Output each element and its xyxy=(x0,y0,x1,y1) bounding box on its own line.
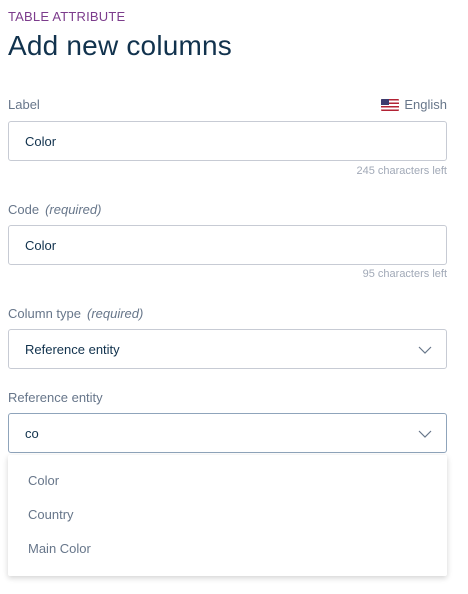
dropdown-option[interactable]: Country xyxy=(8,497,447,531)
locale-switcher[interactable]: English xyxy=(381,97,447,112)
code-char-count: 95 characters left xyxy=(362,268,447,280)
reference-entity-field-label: Reference entity xyxy=(8,390,103,405)
label-input-value: Color xyxy=(25,133,57,149)
chevron-down-icon xyxy=(418,343,432,357)
dropdown-option[interactable]: Color xyxy=(8,463,447,497)
column-type-select[interactable]: Reference entity xyxy=(8,329,447,369)
locale-label: English xyxy=(404,97,447,112)
section-eyebrow: TABLE ATTRIBUTE xyxy=(8,9,126,24)
column-type-label-text: Column type xyxy=(8,306,81,321)
us-flag-icon xyxy=(381,98,400,111)
reference-entity-search-input[interactable]: co xyxy=(8,413,447,453)
column-type-required-marker: (required) xyxy=(86,306,144,321)
reference-entity-label-text: Reference entity xyxy=(8,390,103,405)
dropdown-option-label: Main Color xyxy=(28,540,91,556)
page-title: Add new columns xyxy=(8,30,233,61)
code-required-marker: (required) xyxy=(45,202,102,217)
reference-entity-dropdown: Color Country Main Color xyxy=(8,455,447,576)
label-input[interactable]: Color xyxy=(8,121,447,161)
dropdown-option-label: Color xyxy=(28,472,60,488)
label-field-label: Label xyxy=(8,97,40,112)
label-field-label-text: Label xyxy=(8,97,40,112)
label-char-count: 245 characters left xyxy=(356,165,448,177)
code-input[interactable]: Color xyxy=(8,225,447,265)
dropdown-option[interactable]: Main Color xyxy=(8,531,447,565)
chevron-down-icon[interactable] xyxy=(418,427,432,441)
reference-entity-search-value: co xyxy=(25,425,39,441)
code-field-label-text: Code xyxy=(8,202,40,217)
column-type-field-label: Column type (required) xyxy=(8,306,143,321)
dropdown-option-label: Country xyxy=(28,506,74,522)
column-type-select-value: Reference entity xyxy=(25,341,120,357)
code-field-label: Code (required) xyxy=(8,202,101,217)
code-input-value: Color xyxy=(25,237,57,253)
add-columns-form: TABLE ATTRIBUTE Add new columns Label En… xyxy=(0,0,468,594)
